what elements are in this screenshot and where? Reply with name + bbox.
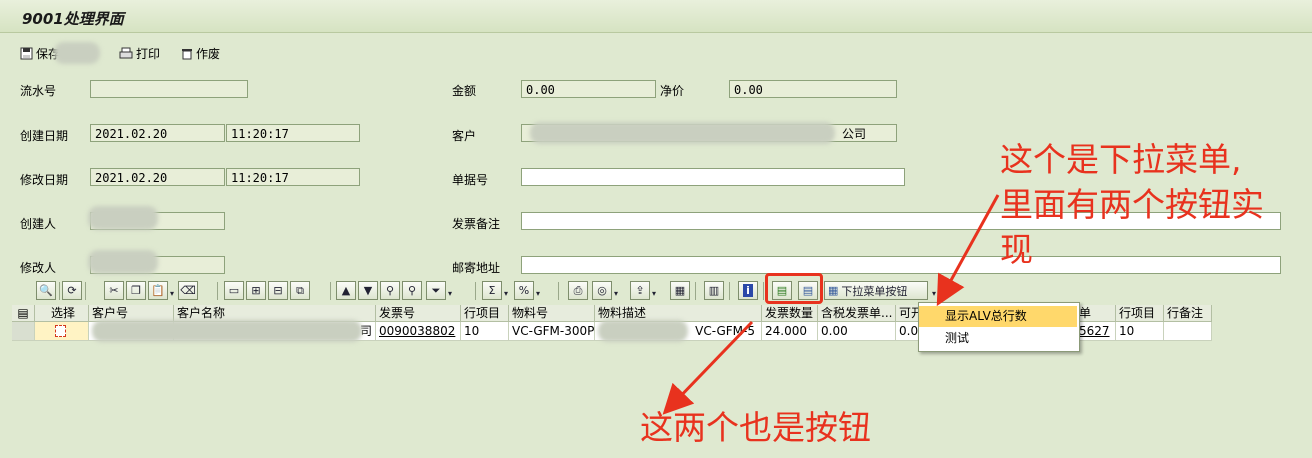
annotation-arrows	[662, 194, 1000, 415]
annotation-bottom: 这两个也是按钮	[640, 408, 871, 447]
arrow-to-dropdown	[936, 194, 1000, 307]
arrow-to-buttons	[662, 320, 754, 415]
annotation-top-line3: 现	[1000, 230, 1033, 269]
annotation-top-line1: 这个是下拉菜单,	[1000, 140, 1242, 179]
annotation-top-line2: 里面有两个按钮实	[1000, 185, 1264, 224]
